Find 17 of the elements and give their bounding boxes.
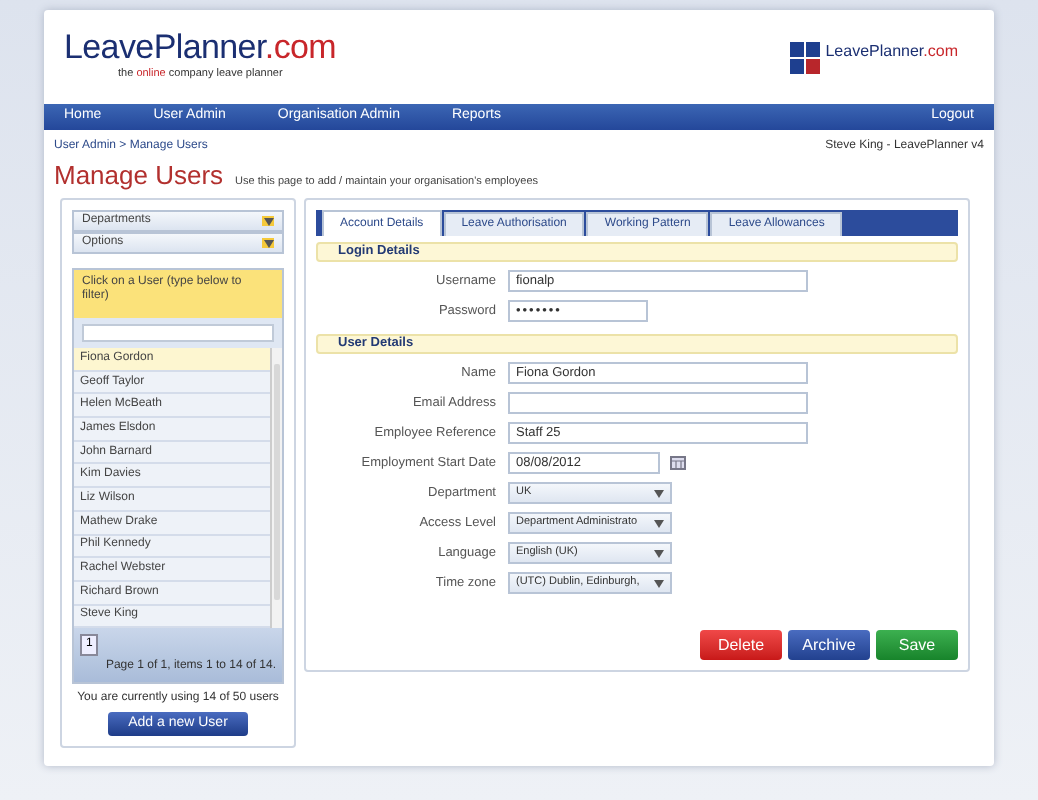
- logo-text: LeavePlanner.com: [64, 30, 337, 67]
- action-button[interactable]: Delete: [700, 630, 782, 660]
- calendar-icon[interactable]: [670, 456, 686, 470]
- caret-icon: [263, 239, 273, 247]
- caret-icon: [654, 489, 664, 497]
- action-button[interactable]: Archive: [788, 630, 870, 660]
- caret-icon: [654, 519, 664, 527]
- caret-icon: [263, 217, 273, 225]
- caret-icon: [654, 549, 664, 557]
- logo-icon: [789, 41, 820, 73]
- page-title: Manage Users: [54, 158, 224, 194]
- text-field[interactable]: [508, 392, 808, 414]
- caret-icon: [654, 579, 664, 587]
- action-button[interactable]: Save: [876, 630, 958, 660]
- scrollbar[interactable]: [270, 348, 282, 629]
- brand-text: LeavePlanner.com: [825, 40, 958, 64]
- filter-field[interactable]: [82, 324, 274, 342]
